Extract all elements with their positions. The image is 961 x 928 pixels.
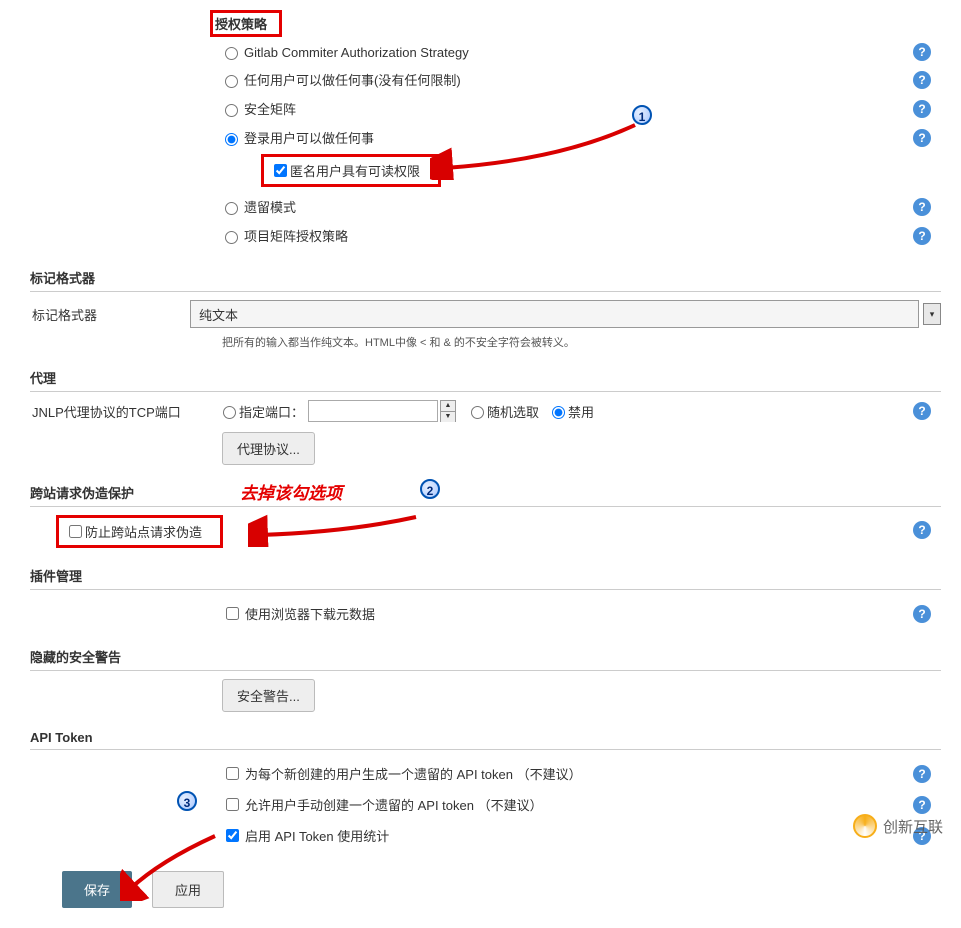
port-spinner[interactable]: ▲▼ [440,400,456,422]
api-token-opt3-label: 启用 API Token 使用统计 [245,826,389,845]
markup-label: 标记格式器 [30,305,190,324]
markup-selected-value: 纯文本 [199,305,238,324]
api-token-opt1-label: 为每个新创建的用户生成一个遗留的 API token （不建议） [245,764,582,783]
auth-label-anyone: 任何用户可以做任何事(没有任何限制) [244,70,461,89]
annotation-badge-3: 3 [177,791,197,811]
anonymous-read-checkbox[interactable] [274,164,287,177]
auth-radio-legacy[interactable] [225,202,238,215]
browser-download-label: 使用浏览器下载元数据 [245,604,375,623]
branding-logo: 创新互联 [853,814,943,838]
csrf-option-box: 防止跨站点请求伪造 [56,515,223,548]
agents-section-title: 代理 [30,368,941,392]
port-fixed-label: 指定端口： [239,402,304,421]
browser-download-checkbox[interactable] [226,607,239,620]
api-token-opt2-checkbox[interactable] [226,798,239,811]
port-random-label: 随机选取 [487,402,539,421]
auth-radio-gitlab[interactable] [225,47,238,60]
port-disabled-radio[interactable] [552,406,565,419]
hidden-warnings-title: 隐藏的安全警告 [30,647,941,671]
help-icon[interactable]: ? [913,129,931,147]
agent-protocols-button[interactable]: 代理协议... [222,432,315,465]
csrf-label: 防止跨站点请求伪造 [85,522,202,541]
csrf-section-title: 跨站请求伪造保护 [30,483,941,507]
branding-text: 创新互联 [883,816,943,837]
help-icon[interactable]: ? [913,796,931,814]
annotation-badge-2: 2 [420,479,440,499]
annotation-badge-1: 1 [632,105,652,125]
api-token-opt1-checkbox[interactable] [226,767,239,780]
save-button[interactable]: 保存 [62,871,132,908]
auth-label-loggedin: 登录用户可以做任何事 [244,128,374,147]
auth-label-projectmatrix: 项目矩阵授权策略 [244,226,348,245]
auth-label-matrix: 安全矩阵 [244,99,296,118]
port-fixed-radio[interactable] [223,406,236,419]
help-icon[interactable]: ? [913,198,931,216]
plugin-section-title: 插件管理 [30,566,941,590]
help-icon[interactable]: ? [913,521,931,539]
apply-button[interactable]: 应用 [152,871,224,908]
csrf-checkbox[interactable] [69,525,82,538]
port-random-radio[interactable] [471,406,484,419]
help-icon[interactable]: ? [913,71,931,89]
auth-radio-loggedin[interactable] [225,133,238,146]
anonymous-read-box: 匿名用户具有可读权限 [261,154,441,187]
port-disabled-label: 禁用 [568,402,594,421]
auth-radio-anyone[interactable] [225,75,238,88]
auth-label-legacy: 遗留模式 [244,197,296,216]
auth-label-gitlab: Gitlab Commiter Authorization Strategy [244,45,469,60]
help-icon[interactable]: ? [913,765,931,783]
markup-helper-text: 把所有的输入都当作纯文本。HTML中像 < 和 & 的不安全字符会被转义。 [222,334,941,350]
jnlp-port-label: JNLP代理协议的TCP端口 [30,402,218,421]
help-icon[interactable]: ? [913,43,931,61]
help-icon[interactable]: ? [913,227,931,245]
auth-strategy-title: 授权策略 [210,10,282,37]
markup-select[interactable]: 纯文本 [190,300,919,328]
help-icon[interactable]: ? [913,100,931,118]
api-token-opt2-label: 允许用户手动创建一个遗留的 API token （不建议） [245,795,543,814]
api-token-title: API Token [30,730,941,750]
help-icon[interactable]: ? [913,402,931,420]
help-icon[interactable]: ? [913,605,931,623]
auth-radio-matrix[interactable] [225,104,238,117]
anonymous-read-label: 匿名用户具有可读权限 [290,161,420,180]
markup-section-title: 标记格式器 [30,268,941,292]
chevron-down-icon[interactable]: ▾ [923,303,941,325]
security-warnings-button[interactable]: 安全警告... [222,679,315,712]
port-number-input[interactable] [308,400,438,422]
logo-swirl-icon [853,814,877,838]
auth-radio-projectmatrix[interactable] [225,231,238,244]
api-token-opt3-checkbox[interactable] [226,829,239,842]
annotation-note-remove: 去掉该勾选项 [240,479,342,504]
